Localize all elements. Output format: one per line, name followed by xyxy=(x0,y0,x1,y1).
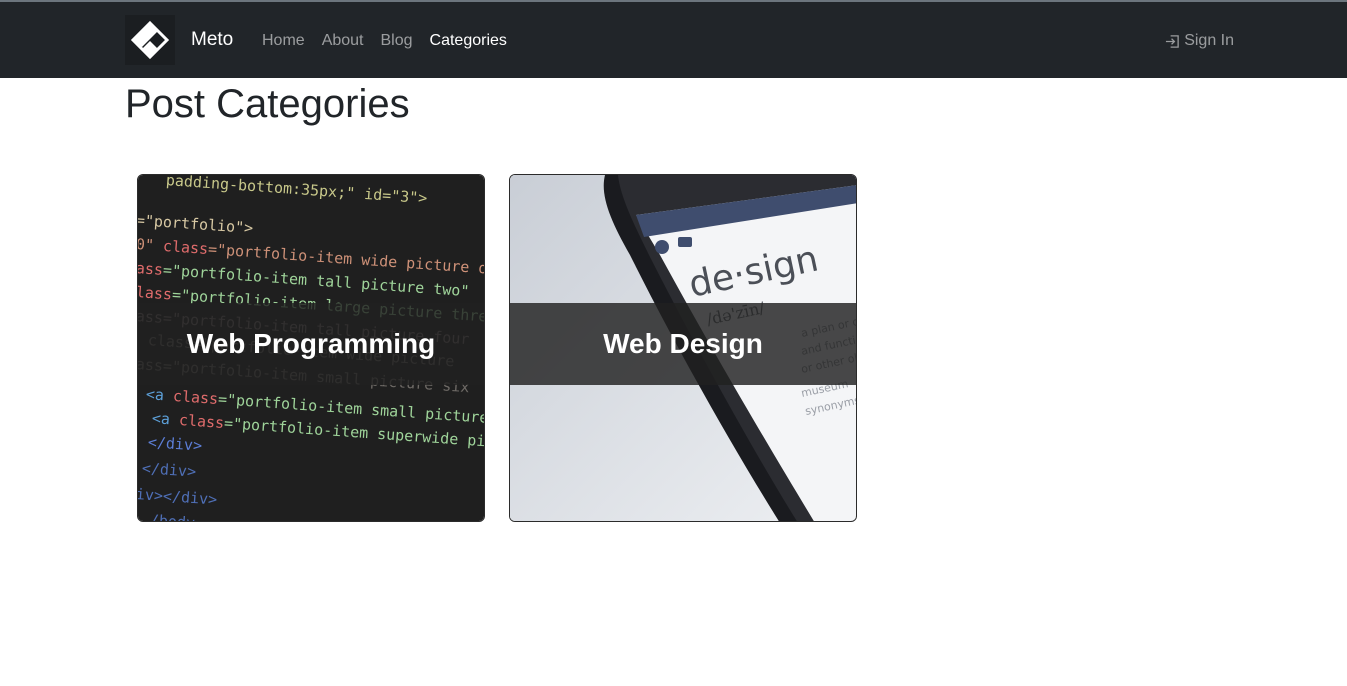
card-title-band: Web Design xyxy=(510,303,856,385)
card-title: Web Design xyxy=(603,328,763,359)
category-card-web-design[interactable]: de·sign /də'zīn/ a plan or draw and func… xyxy=(509,174,857,522)
card-title: Web Programming xyxy=(186,328,436,359)
category-card-web-programming[interactable]: padding-bottom:35px;" id="3"> ="portfoli… xyxy=(137,174,485,522)
page-title: Post Categories xyxy=(125,82,410,126)
nav-link-categories[interactable]: Categories xyxy=(430,32,507,50)
navbar-container: Meto Home About Blog Categories Sign In xyxy=(125,2,1234,78)
sign-in-icon xyxy=(1165,34,1180,49)
sign-in-label: Sign In xyxy=(1184,32,1234,49)
card-title-band: Web Programming xyxy=(138,303,484,385)
brand-logo-icon[interactable] xyxy=(125,15,175,65)
nav-link-about[interactable]: About xyxy=(322,32,364,50)
sign-in-link[interactable]: Sign In xyxy=(1165,32,1234,50)
nav-link-home[interactable]: Home xyxy=(262,32,305,50)
top-navbar: Meto Home About Blog Categories Sign In xyxy=(0,0,1347,78)
brand-name[interactable]: Meto xyxy=(191,29,233,51)
nav-links: Home About Blog Categories xyxy=(262,32,524,50)
nav-link-blog[interactable]: Blog xyxy=(381,32,413,50)
